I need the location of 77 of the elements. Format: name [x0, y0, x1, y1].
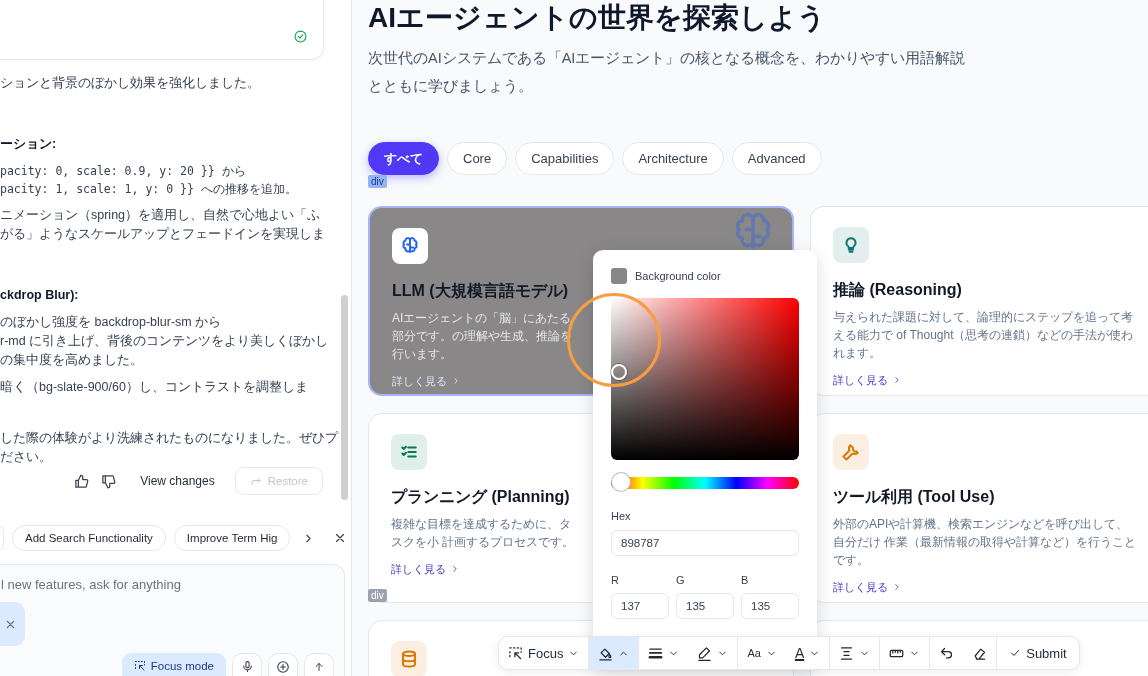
pen-icon [697, 645, 713, 661]
message-line: がる」ようなスケールアップとフェードインを実現しま [0, 226, 326, 243]
card-description: 複雑な目標を達成するために、タスクを小 計画するプロセスです。 [391, 516, 576, 551]
element-tag: div [368, 175, 387, 188]
color-thumb[interactable] [611, 364, 627, 380]
section-heading: ーション: [0, 136, 58, 153]
filter-tab[interactable]: Core [447, 142, 508, 175]
filter-tab[interactable]: すべて [368, 142, 439, 175]
eraser-icon [972, 645, 988, 661]
element-tag: div [368, 589, 387, 602]
chevron-right-icon [450, 564, 460, 574]
message-line: ションと背景のぼかし効果を強化しました。 [0, 75, 261, 92]
submit-button[interactable]: Submit [997, 637, 1079, 669]
line-weight-icon [648, 645, 664, 661]
message-line: r-md に引き上げ、背後のコンテンツをより美しくぼかし [0, 333, 330, 350]
filter-tab[interactable]: Architecture [622, 142, 724, 175]
fill-color-button[interactable] [589, 637, 639, 669]
card-title: 推論 (Reasoning) [833, 280, 963, 300]
learn-more-link[interactable]: 詳しく見る [391, 560, 460, 578]
field-label: G [676, 574, 686, 586]
hex-input[interactable]: 898787 [611, 530, 799, 556]
check-icon [1009, 647, 1022, 659]
card-title: LLM (大規模言語モデル) [392, 281, 569, 301]
text-color-button[interactable]: A [785, 637, 830, 669]
chevron-right-icon [892, 582, 902, 592]
message-line: 暗く（bg-slate-900/60）し、コントラストを調整しま [0, 379, 309, 396]
add-button[interactable] [268, 653, 298, 676]
page-subtitle: 次世代のAIシステムである「AIエージェント」の核となる概念を、わかりやすい用語解説とともに学びましょう。 [368, 49, 967, 96]
focus-select-icon [133, 660, 146, 672]
view-changes-link[interactable]: View changes [140, 474, 215, 488]
card-description: 与えられた課題に対して、論理的にステップを追って考える能力で of Thought（思考の連鎖）などの手法が使われます。 [833, 309, 1135, 362]
color-swatch [611, 268, 627, 284]
card-description: 外部のAPIや計算機、検索エンジンなどを呼び出して、自分だけ 作業（最新情報の取得や計算など）を行うことです。 [833, 516, 1138, 569]
channel-input[interactable]: 135 [741, 593, 799, 619]
learn-more-link[interactable]: 詳しく見る [833, 578, 902, 596]
card-title: プランニング (Planning) [391, 487, 571, 507]
microphone-icon [240, 660, 254, 673]
hue-slider[interactable] [611, 473, 799, 493]
thumbs-up-icon[interactable] [74, 473, 90, 489]
field-label: B [741, 574, 750, 586]
chevron-right-icon [892, 375, 902, 385]
filter-tab[interactable]: Advanced [731, 142, 822, 175]
picker-label: Background color [635, 270, 721, 282]
hue-slider-thumb[interactable] [612, 473, 630, 491]
card-title: ツール利用 (Tool Use) [833, 487, 996, 507]
thumbs-down-icon[interactable] [101, 473, 117, 489]
learn-more-link[interactable]: 詳しく見る [833, 371, 902, 389]
check-circle-icon [294, 30, 307, 43]
align-icon [839, 645, 855, 661]
code-line: pacity: 0, scale: 0.9, y: 20 }} から [0, 163, 247, 180]
input-placeholder: l new features, ask for anything [1, 577, 182, 592]
channel-input[interactable]: 137 [611, 593, 669, 619]
plus-circle-icon [276, 659, 290, 674]
code-line: pacity: 1, scale: 1, y: 0 }} への推移を追加。 [0, 181, 298, 198]
message-line: ださい。 [0, 449, 53, 466]
filter-tab[interactable]: Capabilities [515, 142, 615, 175]
font-size-button[interactable]: Aa [738, 637, 786, 669]
message-line: の集中度を高めました。 [0, 352, 144, 369]
focus-button[interactable]: Focus [499, 637, 589, 669]
arrow-up-icon [313, 660, 325, 673]
page-title: AIエージェントの世界を探索しよう [368, 1, 827, 35]
field-label: Hex [611, 510, 632, 522]
message-composer[interactable]: l new features, ask for anything Focus mode [0, 564, 345, 676]
message-line: した際の体験がより洗練されたものになりました。ぜひプ [0, 430, 340, 447]
undo-icon [939, 645, 955, 661]
chevron-right-icon [451, 376, 461, 386]
channel-input[interactable]: 135 [676, 593, 734, 619]
message-line: のぼかし強度を backdrop-blur-sm から [0, 314, 223, 331]
send-button[interactable] [304, 653, 334, 676]
focus-mode-button[interactable]: Focus mode [121, 653, 226, 676]
message-line: ニメーション（spring）を適用し、自然で心地よい「ふ [0, 207, 322, 224]
share-arrow-icon [249, 475, 262, 487]
field-label: R [611, 574, 620, 586]
section-heading: ckdrop Blur): [0, 287, 80, 304]
microphone-button[interactable] [232, 653, 262, 676]
focus-select-icon [508, 645, 523, 661]
saturation-area[interactable] [611, 298, 799, 460]
